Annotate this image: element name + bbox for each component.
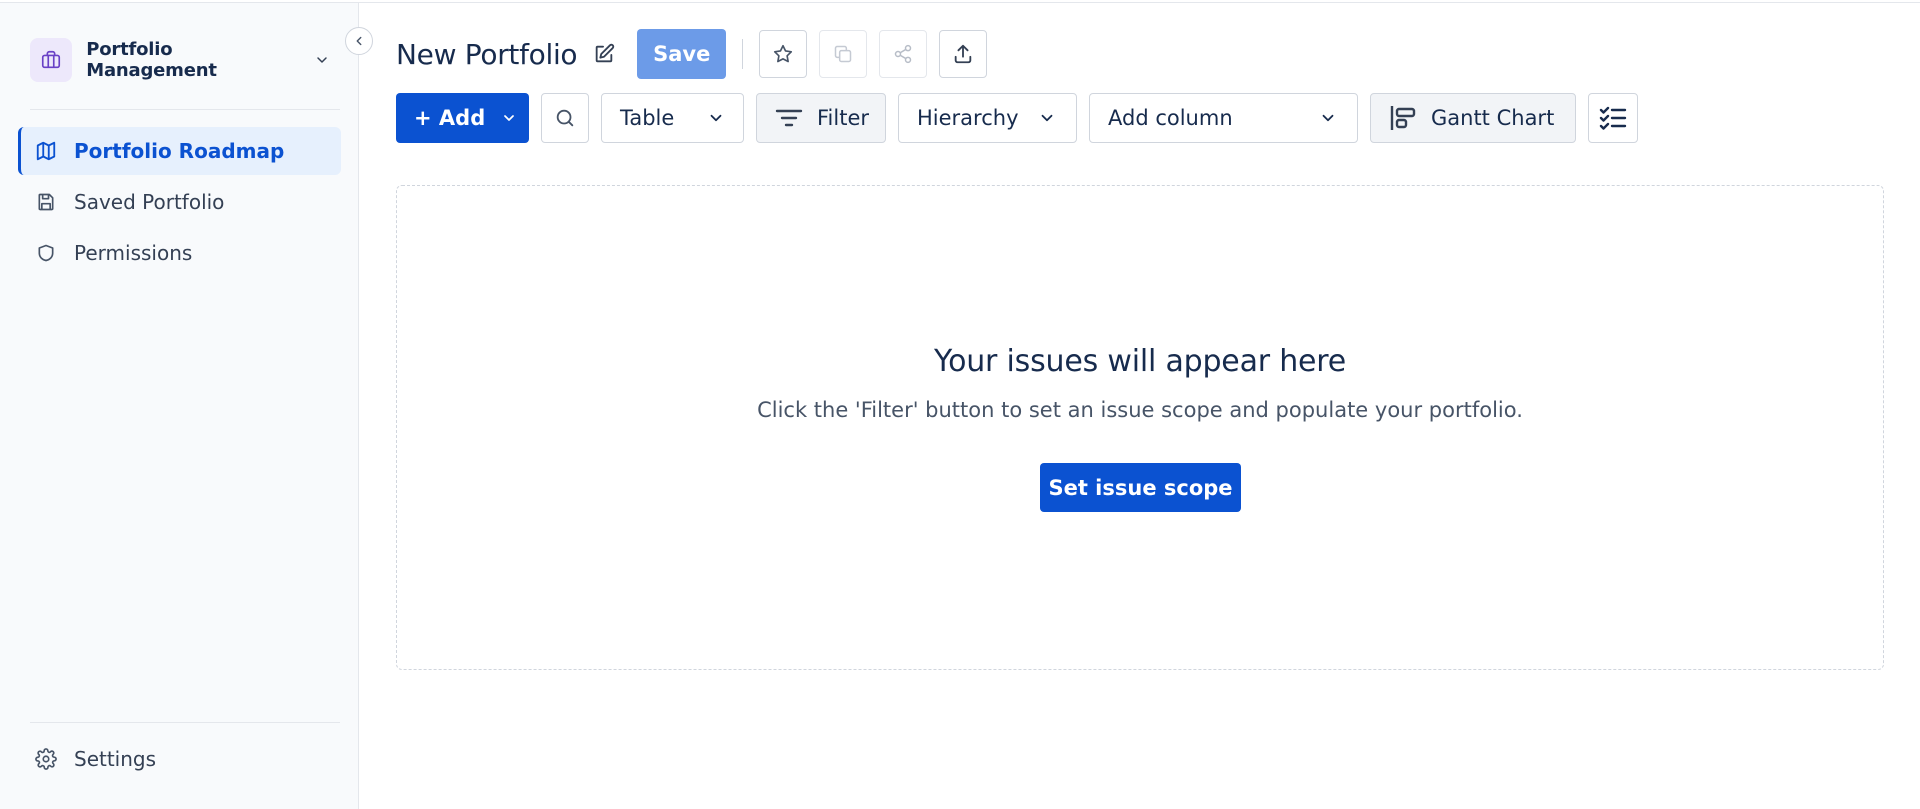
briefcase-icon: [30, 38, 73, 82]
search-button[interactable]: [541, 93, 589, 143]
empty-state-title: Your issues will appear here: [933, 344, 1347, 379]
add-column-select-value: Add column: [1108, 106, 1233, 130]
export-button[interactable]: [939, 30, 988, 78]
sidebar-item-saved-portfolio[interactable]: Saved Portfolio: [18, 178, 341, 226]
chevron-left-icon: [352, 34, 366, 48]
pencil-icon: [593, 43, 615, 65]
edit-title-button[interactable]: [591, 41, 617, 67]
sidebar: Portfolio Management Portfolio Roadmap S…: [0, 3, 359, 809]
sidebar-item-permissions[interactable]: Permissions: [18, 229, 341, 277]
sidebar-divider: [30, 722, 340, 723]
filter-button[interactable]: Filter: [756, 93, 886, 143]
page-title: New Portfolio: [396, 37, 578, 71]
checklist-icon: [1599, 105, 1627, 131]
map-icon: [34, 139, 58, 163]
page-header: New Portfolio Save: [396, 29, 999, 79]
save-icon: [34, 190, 58, 214]
chevron-down-icon: [1319, 109, 1337, 127]
set-issue-scope-button[interactable]: Set issue scope: [1040, 463, 1241, 512]
chevron-down-icon: [707, 109, 725, 127]
filter-icon: [775, 106, 803, 130]
settings-label: Settings: [74, 747, 157, 771]
filter-label: Filter: [817, 106, 870, 130]
chevron-down-icon: [1038, 109, 1056, 127]
favorite-button[interactable]: [759, 30, 808, 78]
sidebar-item-label: Saved Portfolio: [74, 190, 225, 214]
workspace-switcher[interactable]: Portfolio Management: [30, 37, 330, 83]
sidebar-item-label: Portfolio Roadmap: [74, 139, 285, 163]
add-column-select[interactable]: Add column: [1089, 93, 1358, 143]
toolbar-divider: [742, 39, 744, 69]
gantt-chart-icon: [1389, 104, 1417, 132]
star-icon: [772, 43, 794, 65]
search-icon: [554, 107, 576, 129]
checklist-button[interactable]: [1588, 93, 1638, 143]
hierarchy-select[interactable]: Hierarchy: [898, 93, 1077, 143]
toolbar: + Add Table Filter Hierarchy Add column: [396, 92, 1638, 144]
chevron-down-icon: [314, 52, 330, 68]
hierarchy-select-value: Hierarchy: [917, 106, 1019, 130]
workspace-name: Portfolio Management: [86, 39, 217, 81]
sidebar-divider: [30, 109, 340, 110]
upload-icon: [952, 43, 974, 65]
view-select-value: Table: [620, 106, 675, 130]
copy-icon: [833, 44, 853, 64]
add-button[interactable]: + Add: [396, 93, 529, 143]
empty-state-panel: Your issues will appear here Click the '…: [396, 185, 1884, 670]
share-icon: [893, 44, 913, 64]
gantt-chart-button[interactable]: Gantt Chart: [1370, 93, 1576, 143]
duplicate-button[interactable]: [819, 30, 868, 78]
save-button[interactable]: Save: [637, 29, 727, 79]
view-select[interactable]: Table: [601, 93, 744, 143]
gear-icon: [34, 747, 58, 771]
sidebar-item-portfolio-roadmap[interactable]: Portfolio Roadmap: [18, 127, 341, 175]
share-button[interactable]: [879, 30, 928, 78]
collapse-sidebar-button[interactable]: [345, 27, 373, 55]
empty-state-description: Click the 'Filter' button to set an issu…: [757, 398, 1523, 422]
add-label: + Add: [414, 106, 486, 130]
sidebar-nav: Portfolio Roadmap Saved Portfolio Permis…: [18, 127, 341, 280]
sidebar-item-label: Permissions: [74, 241, 193, 265]
sidebar-item-settings[interactable]: Settings: [34, 741, 156, 777]
chevron-down-icon: [501, 110, 517, 126]
shield-icon: [34, 241, 58, 265]
gantt-chart-label: Gantt Chart: [1431, 106, 1555, 130]
